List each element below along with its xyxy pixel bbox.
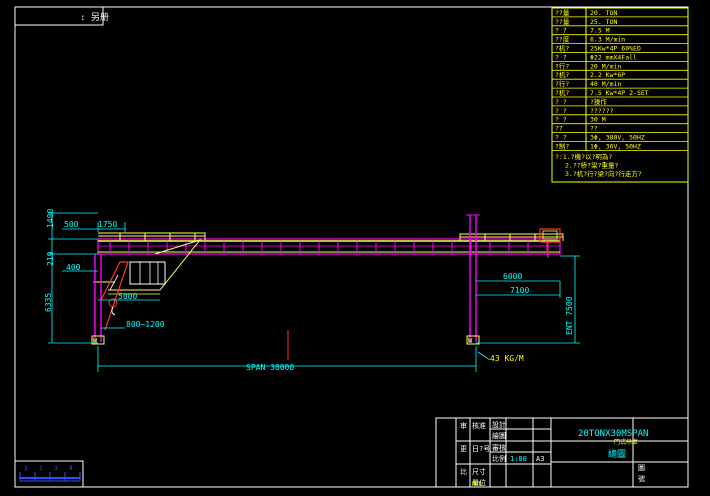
spec-row-label: ?机? (555, 88, 569, 97)
tb-drawing-title: 總圖 (608, 448, 626, 460)
dim-7100: 7100 (510, 286, 529, 295)
tb-col3-3: 比例 (492, 454, 506, 463)
spec-row-label: ??量 (555, 9, 570, 17)
spec-row-value: ?? (590, 125, 598, 133)
dim-1750: 1750 (98, 220, 117, 229)
rail-label: 43 KG/M (490, 354, 524, 363)
tb-col2-0: 核准 (472, 421, 486, 430)
left-handrail (98, 232, 206, 241)
tb-project-sub: 門式吊車 (614, 438, 638, 446)
spec-table: ??量 20. TON ??量 25. TON ? ? 7.5 M ??度 6.3 M/min… (551, 7, 689, 183)
tb-right-1: 號 (638, 474, 645, 483)
spec-row-value: 7.5 M (590, 27, 610, 35)
dim-500: 500 (64, 220, 79, 229)
spec-row-label: ??度 (555, 35, 570, 44)
tb-size: A3 (536, 455, 544, 463)
spec-row-value: 20 M/min (590, 62, 621, 70)
tb-scale: 1:80 (510, 455, 527, 463)
tb-col3-0: 設計 (492, 420, 506, 429)
cad-drawing-canvas: : 另册 ??量 20. TON ??量 25. TON ? ? 7.5 M ??度 6.3 … (14, 6, 689, 488)
spec-row-value: 25. TON (590, 18, 617, 26)
spec-note: 2.??桥?梁?重量? (565, 161, 618, 170)
spec-row-label: ?行? (555, 61, 569, 70)
spec-row-label: ? ? (555, 53, 567, 61)
spec-row-label: ?制? (555, 141, 569, 150)
dim-6000: 6000 (503, 272, 522, 281)
scale-tick-1: 1 (24, 465, 28, 472)
spec-row-value: ?????? (590, 107, 614, 115)
operator-cab-platform (93, 239, 202, 295)
dim-800-1200: 800~1200 (126, 320, 165, 329)
spec-row-label: ? ? (555, 27, 567, 35)
spec-row-value: 40 M/min (590, 80, 621, 88)
tb-col1-0: 审 (460, 421, 467, 430)
dim-6335: 6335 (44, 293, 53, 312)
dim-5000: 5000 (118, 292, 137, 301)
tb-col2-2: 尺寸 (472, 467, 486, 476)
tb-col1-1: 更 (460, 445, 467, 453)
title-block-text: 审 更 比 核准 日?号 尺寸 設計 繪圖 審核 比例 1:80 A3 單位 m… (460, 420, 648, 488)
tb-col2-1: 日?号 (472, 445, 490, 453)
dim-400: 400 (66, 263, 81, 272)
spec-row-label: ? ? (555, 98, 567, 106)
spec-row-label: ??量 (555, 18, 570, 26)
spec-row-value: 30 M (590, 116, 606, 124)
spec-row-value: 25Kw*4P 60%ED (590, 45, 641, 53)
dim-1480: 1480 (46, 209, 55, 228)
spec-row-value: 20. TON (590, 9, 617, 17)
scale-tick-2: 2 (39, 465, 43, 472)
spec-row-label: ?机? (555, 70, 569, 79)
scale-tick-4: 4 (69, 465, 73, 472)
spec-row-label: ? ? (555, 116, 567, 124)
tb-unit: mm (472, 479, 482, 488)
dim-span: SPAN 30000 (246, 363, 294, 372)
tb-col3-2: 審核 (492, 443, 506, 452)
scale-tick-3: 3 (54, 465, 58, 472)
tb-col3-1: 繪圖 (492, 431, 506, 440)
spec-note: 3.?机?行?梁?向?行走方? (565, 169, 642, 178)
spec-row-label: ?行? (555, 79, 569, 88)
dim-7500: ENT 7500 (565, 296, 574, 335)
tb-project: 20TONX30MSPAN (578, 429, 648, 439)
top-left-label: : 另册 (80, 12, 109, 23)
tb-col1-2: 比 (460, 467, 467, 476)
spec-row-label: ?? (555, 125, 563, 133)
spec-row-label: ?机? (555, 44, 569, 53)
spec-row-label: ? ? (555, 134, 567, 142)
spec-row-label: ? ? (555, 107, 567, 115)
spec-row-value: ?操作 (590, 97, 607, 106)
spec-row-value: 6.3 M/min (590, 36, 625, 44)
spec-row-value: 1Φ, 36V, 50HZ (590, 142, 641, 150)
top-left-label-box: : 另册 (14, 6, 109, 26)
spec-row-value: 2.2 Kw*6P (590, 71, 625, 79)
spec-note: ?:1.?機?以?明為? (555, 152, 612, 161)
dim-219: 219 (46, 251, 55, 266)
scale-bar: 1 2 3 4 (14, 460, 84, 488)
hook-left (108, 298, 118, 316)
spec-row-value: 7.5 Kw*4P 2-SET (590, 89, 649, 97)
spec-row-value: 3Φ, 380V, 50HZ (590, 134, 645, 142)
spec-row-value: Φ22 mmX4Fall (590, 53, 637, 61)
tb-right-0: 圖 (638, 464, 645, 472)
